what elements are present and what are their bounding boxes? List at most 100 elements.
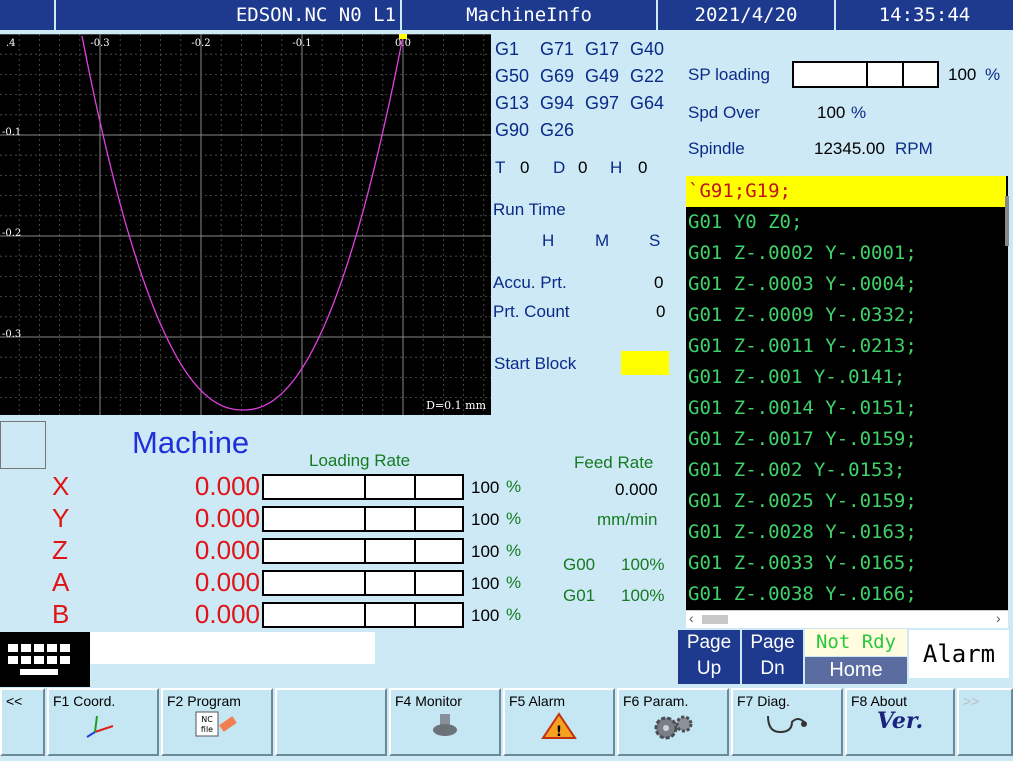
warning-icon: !: [541, 712, 577, 740]
gcode: G97: [585, 93, 620, 113]
coordinate-axes-icon: [86, 715, 114, 738]
part-count-value: 0: [656, 302, 666, 321]
stethoscope-icon: [767, 715, 807, 734]
softkey-f1-coord[interactable]: F1 Coord.: [47, 688, 159, 756]
machine-title: Machine: [132, 425, 250, 460]
softkey-f5-alarm[interactable]: F5 Alarm !: [503, 688, 615, 756]
softkey-f6-param[interactable]: F6 Param.: [617, 688, 729, 756]
axis-load-bar: [262, 602, 464, 628]
axis-load-unit: %: [506, 541, 522, 560]
program-line[interactable]: G01 Z-.0002 Y-.0001;: [688, 238, 917, 269]
softkey-f2-program[interactable]: F2 Program NC file: [161, 688, 273, 756]
feed-rate-value: 0.000: [615, 480, 658, 499]
g01-override-label: G01: [563, 586, 596, 605]
program-line[interactable]: G01 Z-.002 Y-.0153;: [688, 455, 905, 486]
program-vscroll[interactable]: [1005, 196, 1009, 246]
spindle-unit: RPM: [895, 139, 933, 158]
axis-load-value: 100: [471, 510, 500, 529]
program-line[interactable]: G01 Z-.0033 Y-.0165;: [688, 548, 917, 579]
program-hscroll[interactable]: ‹ ›: [686, 610, 1008, 628]
axis-load-bar: [262, 506, 464, 532]
softkey-f7-label: F7 Diag.: [737, 693, 790, 709]
command-input[interactable]: [90, 632, 375, 664]
sp-loading-label: SP loading: [688, 65, 770, 84]
coord-toggle-button[interactable]: [0, 421, 46, 469]
spd-over-label: Spd Over: [688, 103, 760, 122]
plot-left-tick: .4: [6, 38, 16, 49]
axis-value: 0.000: [194, 599, 260, 629]
program-listing[interactable]: `G91;G19; G01 Y0 Z0; G01 Z-.0002 Y-.0001; G…: [686, 176, 1008, 610]
g00-override-label: G00: [563, 555, 596, 574]
page-up-label: Page: [686, 632, 732, 653]
axis-name: X: [52, 471, 70, 501]
keyboard-button[interactable]: [0, 632, 90, 687]
tool-label: T: [495, 158, 506, 177]
header-bar: EDSON.NC N0 L1 MachineInfo 2021/4/20 14:…: [0, 0, 1013, 30]
program-line[interactable]: G01 Z-.0028 Y-.0163;: [688, 517, 917, 548]
program-line[interactable]: G01 Y0 Z0;: [688, 207, 802, 238]
spd-over-unit: %: [851, 103, 867, 122]
loading-rate-label: Loading Rate: [309, 451, 411, 470]
gcode: G49: [585, 66, 620, 86]
gcode: G71: [540, 39, 575, 59]
program-line[interactable]: G01 Z-.001 Y-.0141;: [688, 362, 905, 393]
dcomp-label: D: [553, 158, 566, 177]
scroll-right-icon[interactable]: ›: [996, 610, 1001, 626]
tool-value: 0: [520, 158, 530, 177]
softkey-f4-monitor[interactable]: F4 Monitor: [389, 688, 501, 756]
svg-text:NC: NC: [201, 715, 213, 724]
softkey-prev[interactable]: <<: [0, 688, 45, 756]
alarm-button[interactable]: Alarm: [909, 630, 1009, 678]
scroll-thumb[interactable]: [702, 615, 728, 624]
softkey-f2-label: F2 Program: [167, 693, 241, 709]
dcomp-value: 0: [578, 158, 588, 177]
gcode: G90: [495, 120, 530, 140]
softkey-next[interactable]: >>: [957, 688, 1013, 756]
start-block-input[interactable]: [621, 351, 669, 375]
program-line[interactable]: G01 Z-.0009 Y-.0332;: [688, 300, 917, 331]
plot-x-tick: 0.0: [395, 38, 411, 49]
sp-loading-value: 100: [948, 65, 977, 84]
hcomp-value: 0: [638, 158, 648, 177]
runtime-hours-label: H: [542, 231, 555, 250]
g01-override-value: 100%: [621, 586, 665, 605]
gcode: G22: [630, 66, 665, 86]
page-up-button[interactable]: Page Up: [678, 630, 740, 684]
softkey-f3-blank[interactable]: [275, 688, 387, 756]
softkey-f8-about[interactable]: F8 About Ver.: [845, 688, 955, 756]
program-line[interactable]: G01 Z-.0038 Y-.0166;: [688, 579, 917, 610]
program-line[interactable]: G01 Z-.0003 Y-.0004;: [688, 269, 917, 300]
axis-load-value: 100: [471, 574, 500, 593]
program-line[interactable]: G01 Z-.0017 Y-.0159;: [688, 424, 917, 455]
program-line[interactable]: G01 Z-.0025 Y-.0159;: [688, 486, 917, 517]
toolpath-plot: .4 -0.3 -0.2 -0.1 0.0 -0.1 -0.2 -0.3 D=0…: [0, 34, 491, 415]
axis-name: Y: [52, 503, 70, 533]
program-line-current[interactable]: `G91;G19;: [686, 176, 1006, 207]
program-line[interactable]: G01 Z-.0014 Y-.0151;: [688, 393, 917, 424]
home-button[interactable]: Home: [805, 657, 907, 684]
scroll-left-icon[interactable]: ‹: [689, 610, 694, 626]
program-name: EDSON.NC N0 L1: [54, 0, 400, 30]
modal-gcodes: G1 G71 G17 G40 G50 G69 G49 G22 G13 G94 G…: [495, 39, 675, 147]
axis-load-bar: [262, 474, 464, 500]
softkey-f7-diag[interactable]: F7 Diag.: [731, 688, 843, 756]
sp-loading-unit: %: [985, 65, 1001, 84]
svg-text:!: !: [556, 724, 562, 740]
sp-loading-bar: [792, 61, 939, 88]
gcode: G94: [540, 93, 575, 113]
page-down-button[interactable]: Page Dn: [742, 630, 803, 684]
axis-value: 0.000: [194, 503, 260, 533]
softkey-f5-label: F5 Alarm: [509, 693, 566, 709]
axis-value: 0.000: [194, 471, 260, 501]
spindle-label: Spindle: [688, 139, 745, 158]
svg-text:file: file: [201, 725, 213, 734]
page-down-label-2: Dn: [760, 658, 785, 679]
gcode: G64: [630, 93, 665, 113]
gcode: G69: [540, 66, 575, 86]
softkey-f4-label: F4 Monitor: [395, 693, 462, 709]
program-line[interactable]: G01 Z-.0011 Y-.0213;: [688, 331, 917, 362]
runtime-seconds-label: S: [649, 231, 661, 250]
version-icon: Ver.: [876, 708, 924, 734]
feed-rate-label: Feed Rate: [574, 453, 654, 472]
page-up-label-2: Up: [696, 658, 722, 679]
